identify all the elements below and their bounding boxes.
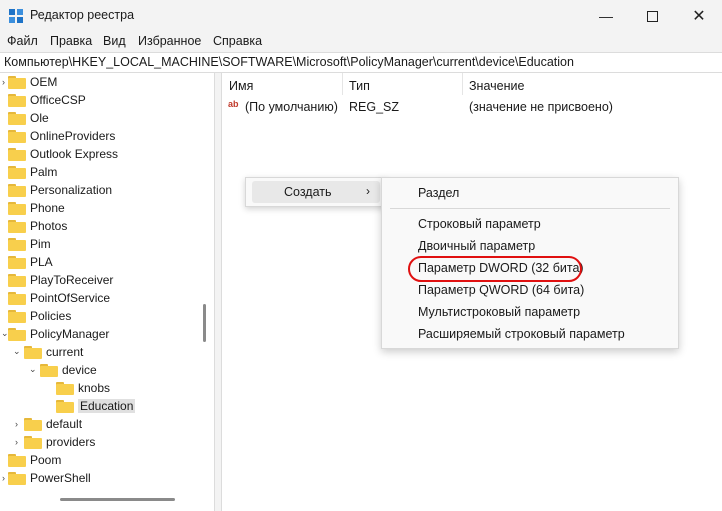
folder-icon: [8, 111, 26, 125]
folder-icon: [8, 219, 26, 233]
tree-item-providers[interactable]: › providers: [15, 433, 95, 451]
submenu-string-value[interactable]: Строковый параметр: [418, 217, 541, 231]
tree-item-personalization[interactable]: Personalization: [8, 181, 112, 199]
column-divider[interactable]: [462, 73, 463, 95]
value-row-data: (значение не присвоено): [469, 100, 613, 114]
tree-item-knobs[interactable]: knobs: [56, 379, 110, 397]
title-bar: Редактор реестра — ✕: [0, 0, 722, 32]
menu-separator: [390, 208, 670, 209]
tree-item-policymanager[interactable]: ⌄ PolicyManager: [1, 325, 109, 343]
chevron-right-icon[interactable]: ›: [15, 419, 18, 429]
submenu-qword-value[interactable]: Параметр QWORD (64 бита): [418, 283, 584, 297]
submenu-expandable-string-value[interactable]: Расширяемый строковый параметр: [418, 327, 625, 341]
menu-bar: Файл Правка Вид Избранное Справка: [0, 32, 722, 52]
column-header-value[interactable]: Значение: [469, 79, 524, 93]
tree-pane[interactable]: › OEM OfficeCSP Ole OnlineProviders Outl…: [0, 73, 215, 511]
folder-icon: [8, 75, 26, 89]
menu-file[interactable]: Файл: [7, 34, 38, 48]
minimize-button[interactable]: —: [583, 0, 629, 32]
chevron-right-icon[interactable]: ›: [2, 473, 5, 483]
menu-edit[interactable]: Правка: [50, 34, 92, 48]
folder-icon: [24, 435, 42, 449]
folder-icon: [56, 381, 74, 395]
close-icon: ✕: [692, 8, 706, 25]
chevron-right-icon[interactable]: ›: [2, 77, 5, 87]
menu-help[interactable]: Справка: [213, 34, 262, 48]
tree-item-device[interactable]: ⌄ device: [29, 361, 97, 379]
folder-icon: [8, 147, 26, 161]
context-menu: Создать ›: [245, 177, 387, 207]
menu-favorites[interactable]: Избранное: [138, 34, 201, 48]
folder-icon: [8, 237, 26, 251]
folder-icon: [8, 255, 26, 269]
tree-item-playtoreceiver[interactable]: PlayToReceiver: [8, 271, 113, 289]
folder-icon: [8, 201, 26, 215]
folder-icon: [24, 417, 42, 431]
context-menu-create[interactable]: Создать ›: [252, 181, 380, 203]
folder-icon: [8, 309, 26, 323]
folder-icon: [8, 291, 26, 305]
folder-icon: [8, 165, 26, 179]
minimize-icon: —: [599, 8, 613, 24]
tree-item-ole[interactable]: Ole: [8, 109, 49, 127]
folder-icon: [8, 453, 26, 467]
tree-vertical-scrollbar[interactable]: [203, 304, 206, 342]
tree-item-pointofservice[interactable]: PointOfService: [8, 289, 110, 307]
folder-icon: [8, 129, 26, 143]
folder-icon: [40, 363, 58, 377]
regedit-app-icon: [9, 9, 23, 23]
chevron-right-icon[interactable]: ›: [15, 437, 18, 447]
window-title: Редактор реестра: [30, 8, 135, 22]
tree-item-palm[interactable]: Palm: [8, 163, 57, 181]
folder-icon: [56, 399, 74, 413]
tree-item-photos[interactable]: Photos: [8, 217, 67, 235]
tree-item-powershell[interactable]: › PowerShell: [2, 469, 91, 487]
folder-icon: [8, 327, 26, 341]
folder-icon: [8, 471, 26, 485]
tree-item-policies[interactable]: Policies: [8, 307, 71, 325]
tree-item-officecsp[interactable]: OfficeCSP: [8, 91, 86, 109]
tree-item-education[interactable]: Education: [56, 397, 136, 415]
folder-icon: [8, 183, 26, 197]
address-bar[interactable]: Компьютер\HKEY_LOCAL_MACHINE\SOFTWARE\Mi…: [0, 52, 722, 73]
maximize-icon: [646, 10, 658, 22]
menu-view[interactable]: Вид: [103, 34, 126, 48]
dword-highlight-annotation: [408, 256, 582, 282]
folder-icon: [24, 345, 42, 359]
column-header-type[interactable]: Тип: [349, 79, 370, 93]
close-button[interactable]: ✕: [676, 0, 722, 32]
tree-item-pla[interactable]: PLA: [8, 253, 53, 271]
tree-horizontal-scrollbar[interactable]: [60, 498, 175, 501]
submenu-multistring-value[interactable]: Мультистроковый параметр: [418, 305, 580, 319]
tree-item-poom[interactable]: Poom: [8, 451, 61, 469]
tree-item-phone[interactable]: Phone: [8, 199, 65, 217]
value-row-name[interactable]: (По умолчанию): [245, 100, 338, 114]
tree-item-oem[interactable]: › OEM: [2, 73, 57, 91]
maximize-button[interactable]: [629, 0, 675, 32]
tree-item-onlineproviders[interactable]: OnlineProviders: [8, 127, 115, 145]
folder-icon: [8, 273, 26, 287]
tree-item-current[interactable]: ⌄ current: [13, 343, 83, 361]
chevron-down-icon[interactable]: ⌄: [13, 346, 21, 357]
column-header-name[interactable]: Имя: [229, 79, 253, 93]
submenu-key[interactable]: Раздел: [418, 186, 459, 200]
submenu-binary-value[interactable]: Двоичный параметр: [418, 239, 535, 253]
chevron-right-icon: ›: [366, 184, 370, 198]
string-value-icon: ab: [228, 99, 239, 109]
tree-item-outlook-express[interactable]: Outlook Express: [8, 145, 118, 163]
address-path[interactable]: Компьютер\HKEY_LOCAL_MACHINE\SOFTWARE\Mi…: [4, 55, 574, 69]
tree-item-pim[interactable]: Pim: [8, 235, 51, 253]
value-row-type: REG_SZ: [349, 100, 400, 114]
tree-item-default[interactable]: › default: [15, 415, 82, 433]
folder-icon: [8, 93, 26, 107]
column-divider[interactable]: [342, 73, 343, 95]
chevron-down-icon[interactable]: ⌄: [29, 364, 37, 375]
